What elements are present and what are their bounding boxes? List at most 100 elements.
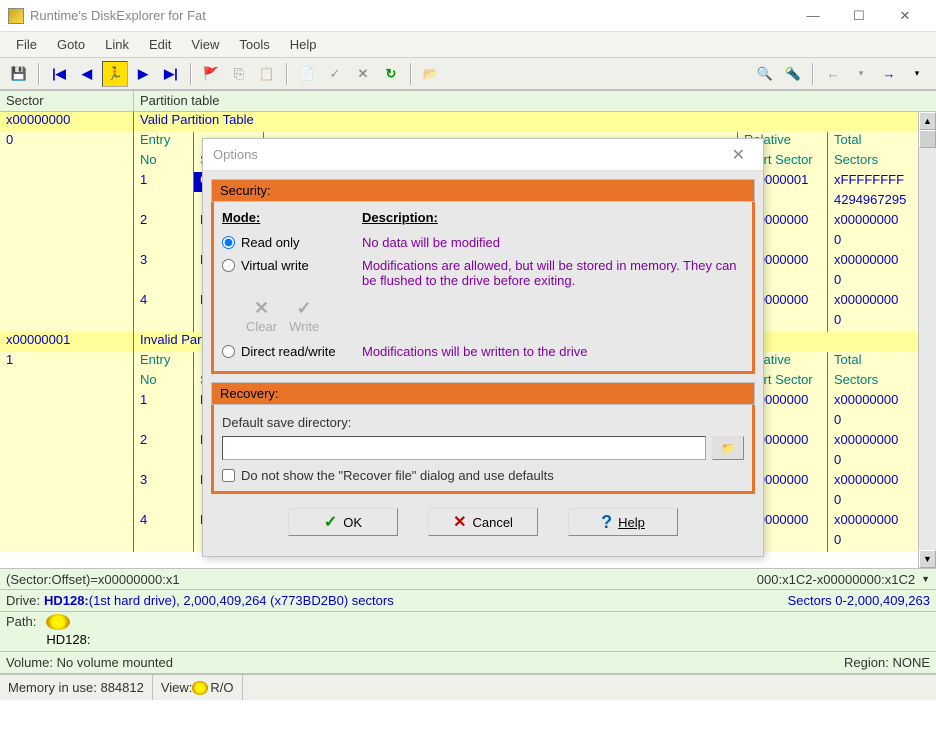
menu-file[interactable]: File: [6, 33, 47, 56]
dialog-titlebar: Options ✕: [203, 139, 763, 171]
forward-icon[interactable]: →: [876, 61, 902, 87]
scroll-down-icon[interactable]: ▼: [919, 550, 936, 568]
recovery-section: Default save directory: 📁 Do not show th…: [211, 405, 755, 494]
close-button[interactable]: ✕: [882, 0, 928, 32]
next-icon[interactable]: ▶: [130, 61, 156, 87]
path-label: Path:: [6, 614, 36, 629]
ok-button[interactable]: ✓OK: [288, 508, 398, 536]
menu-link[interactable]: Link: [95, 33, 139, 56]
vertical-scrollbar[interactable]: ▲ ▼: [918, 112, 936, 568]
scroll-thumb[interactable]: [919, 130, 936, 148]
offset-left: (Sector:Offset)=x00000000:x1: [6, 572, 180, 587]
prev-icon[interactable]: ◀: [74, 61, 100, 87]
col-sector: Sector: [0, 91, 134, 111]
check-icon[interactable]: ✓: [322, 61, 348, 87]
options-dialog: Options ✕ Security: Mode: Description: R…: [202, 138, 764, 557]
menu-help[interactable]: Help: [280, 33, 327, 56]
save-icon[interactable]: 💾: [6, 61, 32, 87]
drive-bar: Drive: HD128: (1st hard drive), 2,000,40…: [0, 590, 936, 612]
volume-label: Volume:: [6, 655, 53, 670]
maximize-button[interactable]: ☐: [836, 0, 882, 32]
open-icon[interactable]: 📂: [418, 61, 444, 87]
flashlight-icon[interactable]: 🔦: [780, 61, 806, 87]
toolbar: 💾 |◀ ◀ 🏃 ▶ ▶| 🚩 ⎘ 📋 📄 ✓ ✕ ↻ 📂 🔍 🔦 ← ▾ → …: [0, 58, 936, 90]
delete-icon[interactable]: ✕: [350, 61, 376, 87]
menu-goto[interactable]: Goto: [47, 33, 95, 56]
forward-menu-icon[interactable]: ▾: [904, 61, 930, 87]
radio-direct-input[interactable]: [222, 345, 235, 358]
readonly-desc: No data will be modified: [362, 235, 744, 250]
refresh-icon[interactable]: ↻: [378, 61, 404, 87]
offset-bar: (Sector:Offset)=x00000000:x1 000:x1C2-x0…: [0, 568, 936, 590]
drive-detail: (1st hard drive), 2,000,409,264 (x773BD2…: [89, 593, 394, 608]
disk-icon: [46, 614, 70, 630]
save-dir-input[interactable]: [222, 436, 706, 460]
radio-readonly[interactable]: Read only: [222, 235, 362, 250]
mode-label: Mode:: [222, 210, 362, 225]
security-header: Security:: [211, 179, 755, 202]
menu-tools[interactable]: Tools: [229, 33, 279, 56]
dropdown-icon[interactable]: ▼: [921, 574, 930, 584]
copy-icon[interactable]: ⎘: [226, 61, 252, 87]
search-icon[interactable]: 🔍: [752, 61, 778, 87]
description-label: Description:: [362, 210, 438, 225]
dialog-close-button[interactable]: ✕: [724, 141, 753, 169]
region-label: Region:: [844, 655, 889, 670]
write-button: ✓Write: [289, 298, 319, 334]
col-content: Partition table: [134, 91, 936, 111]
x-icon: ✕: [453, 512, 466, 532]
volume-value: No volume mounted: [57, 655, 173, 670]
help-button[interactable]: ?Help: [568, 508, 678, 536]
hide-recover-dialog-checkbox[interactable]: Do not show the "Recover file" dialog an…: [222, 468, 744, 483]
hide-recover-dialog-input[interactable]: [222, 469, 235, 482]
drive-name: HD128:: [44, 593, 89, 608]
drive-label: Drive:: [6, 593, 40, 608]
x-icon: ✕: [254, 298, 269, 319]
view-mode: View:R/O: [153, 675, 243, 700]
radio-virtual[interactable]: Virtual write: [222, 258, 362, 273]
flag-icon[interactable]: 🚩: [198, 61, 224, 87]
clear-button: ✕Clear: [246, 298, 277, 334]
minimize-button[interactable]: —: [790, 0, 836, 32]
path-bar: Path: HD128:: [0, 612, 936, 652]
doc-icon[interactable]: 📄: [294, 61, 320, 87]
direct-desc: Modifications will be written to the dri…: [362, 344, 744, 359]
partition-label: Valid Partition Table: [134, 112, 936, 132]
grid-header: Sector Partition table: [0, 90, 936, 112]
menu-view[interactable]: View: [181, 33, 229, 56]
radio-readonly-input[interactable]: [222, 236, 235, 249]
check-icon: ✓: [324, 512, 337, 532]
hdr-entry: Entry: [134, 132, 194, 152]
partition-label-row[interactable]: x00000000 Valid Partition Table: [0, 112, 936, 132]
back-icon[interactable]: ←: [820, 61, 846, 87]
check-icon: ✓: [297, 298, 312, 319]
menubar: File Goto Link Edit View Tools Help: [0, 32, 936, 58]
first-icon[interactable]: |◀: [46, 61, 72, 87]
sector-value: 0: [0, 132, 134, 152]
sector-value: x00000000: [0, 112, 134, 132]
security-section: Mode: Description: Read only No data wil…: [211, 202, 755, 374]
region-value: NONE: [892, 655, 930, 670]
titlebar: Runtime's DiskExplorer for Fat — ☐ ✕: [0, 0, 936, 32]
save-dir-label: Default save directory:: [222, 413, 744, 432]
paste-icon[interactable]: 📋: [254, 61, 280, 87]
statusbar: Memory in use: 884812 View:R/O: [0, 674, 936, 700]
last-icon[interactable]: ▶|: [158, 61, 184, 87]
recovery-header: Recovery:: [211, 382, 755, 405]
run-icon[interactable]: 🏃: [102, 61, 128, 87]
menu-edit[interactable]: Edit: [139, 33, 181, 56]
disk-icon: [192, 681, 208, 695]
radio-virtual-input[interactable]: [222, 259, 235, 272]
cancel-button[interactable]: ✕Cancel: [428, 508, 538, 536]
volume-bar: Volume: No volume mounted Region: NONE: [0, 652, 936, 674]
app-icon: [8, 8, 24, 24]
path-value: HD128:: [46, 632, 90, 647]
radio-direct[interactable]: Direct read/write: [222, 344, 362, 359]
browse-button[interactable]: 📁: [712, 436, 744, 460]
scroll-up-icon[interactable]: ▲: [919, 112, 936, 130]
back-menu-icon[interactable]: ▾: [848, 61, 874, 87]
offset-right: 000:x1C2-x00000000:x1C2: [757, 572, 915, 587]
sector-range: Sectors 0-2,000,409,263: [788, 593, 930, 608]
dialog-title: Options: [213, 147, 258, 162]
memory-usage: Memory in use: 884812: [0, 675, 153, 700]
